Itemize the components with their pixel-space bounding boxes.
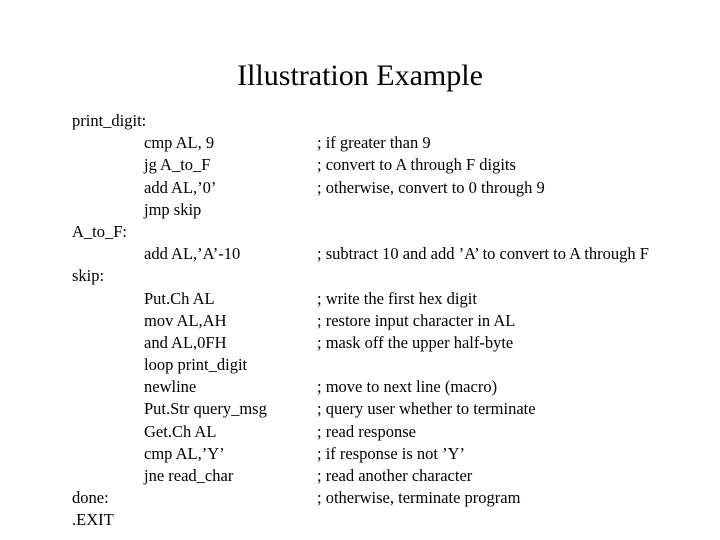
code-comment: ; if greater than 9 [317, 133, 431, 153]
code-line: mov AL,AH ; restore input character in A… [72, 310, 712, 332]
code-line: loop print_digit [72, 354, 712, 376]
code-line: print_digit: [72, 110, 712, 132]
code-comment: ; otherwise, convert to 0 through 9 [317, 177, 545, 197]
code-comment: ; move to next line (macro) [317, 377, 498, 397]
code-instruction: jne read_char [144, 466, 234, 485]
code-comment: ; mask off the upper half-byte [317, 332, 514, 352]
code-instruction: jmp skip [144, 199, 202, 219]
code-line: done: ; otherwise, terminate program [72, 487, 712, 509]
code-comment: ; query user whether to terminate [317, 399, 536, 419]
code-line: cmp AL, 9 ; if greater than 9 [72, 132, 712, 154]
code-instruction: loop print_digit [144, 355, 248, 375]
code-comment: ; if response is not ’Y’ [317, 443, 466, 463]
code-instruction: Get.Ch AL [144, 421, 217, 441]
code-comment: ; otherwise, terminate program [317, 488, 521, 508]
code-line: jne read_char ; read another character [72, 465, 712, 487]
code-comment: ; write the first hex digit [317, 288, 477, 308]
code-line: .EXIT [72, 509, 712, 531]
code-label: done: [72, 488, 109, 508]
code-line: newline ; move to next line (macro) [72, 376, 712, 398]
code-line: Get.Ch AL ; read response [72, 421, 712, 443]
code-instruction: newline [144, 377, 197, 397]
code-line: Put.Str query_msg ; query user whether t… [72, 398, 712, 420]
code-listing: print_digit: cmp AL, 9 ; if greater than… [72, 110, 712, 532]
code-instruction: add AL,’A’-10 [144, 244, 241, 264]
code-instruction: cmp AL,’Y’ [144, 443, 225, 463]
code-line: add AL,’A’-10 ; subtract 10 and add ’A’ … [72, 243, 712, 265]
code-line: Put.Ch AL ; write the first hex digit [72, 288, 712, 310]
code-line: skip: [72, 265, 712, 287]
code-instruction: mov AL,AH [144, 310, 227, 330]
code-line: cmp AL,’Y’ ; if response is not ’Y’ [72, 443, 712, 465]
code-line: and AL,0FH ; mask off the upper half-byt… [72, 332, 712, 354]
code-line: A_to_F: [72, 221, 712, 243]
code-label: print_digit: [72, 111, 147, 130]
code-line: jmp skip [72, 199, 712, 221]
code-label: A_to_F: [72, 221, 128, 241]
code-label: .EXIT [72, 510, 114, 530]
code-instruction: add AL,’0’ [144, 177, 217, 197]
code-comment: ; read another character [317, 466, 473, 485]
code-comment: ; subtract 10 and add ’A’ to convert to … [317, 244, 649, 264]
code-label: skip: [72, 266, 105, 286]
code-instruction: cmp AL, 9 [144, 133, 215, 153]
code-instruction: and AL,0FH [144, 332, 227, 352]
code-instruction: Put.Ch AL [144, 288, 215, 308]
code-line: jg A_to_F ; convert to A through F digit… [72, 154, 712, 176]
code-line: add AL,’0’ ; otherwise, convert to 0 thr… [72, 177, 712, 199]
page-title: Illustration Example [237, 59, 483, 92]
code-comment: ; convert to A through F digits [317, 155, 516, 175]
code-instruction: Put.Str query_msg [144, 399, 267, 419]
code-instruction: jg A_to_F [144, 155, 211, 175]
slide: Illustration Example print_digit: cmp AL… [0, 0, 720, 540]
code-comment: ; restore input character in AL [317, 310, 516, 330]
code-comment: ; read response [317, 421, 416, 441]
